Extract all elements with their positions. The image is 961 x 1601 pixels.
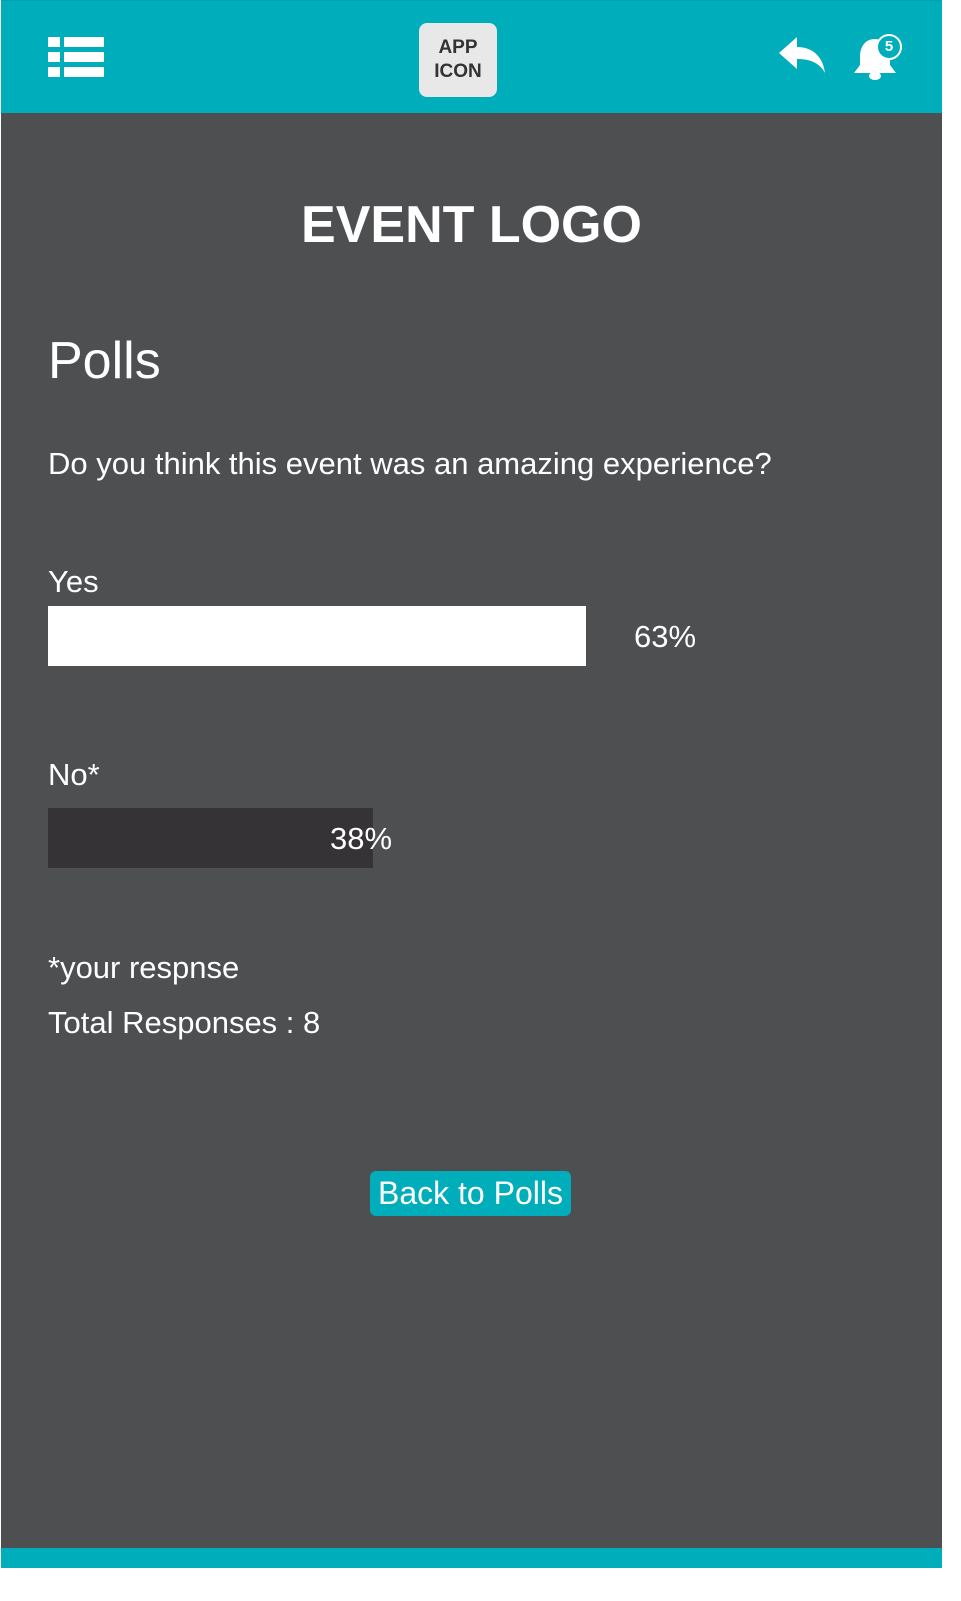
result-bar-yes [48,606,902,666]
option-percent-yes: 63% [634,619,697,654]
option-label-no: No* [48,757,100,792]
notification-count-badge: 5 [876,34,902,60]
list-menu-icon[interactable] [48,37,104,77]
result-bar-fill-yes [48,606,586,666]
top-bar: APP ICON 5 [1,0,942,113]
poll-results-screen: APP ICON 5 EVENT LOGO Polls Do you think… [1,0,942,1568]
app-icon-line2: ICON [434,61,482,82]
option-percent-no: 38% [330,821,393,856]
event-logo: EVENT LOGO [301,196,642,254]
back-to-polls-button[interactable]: Back to Polls [370,1171,571,1216]
app-icon-line1: APP [438,37,478,58]
result-bar-fill-no [48,808,373,868]
option-label-yes: Yes [48,564,99,599]
result-bar-no [48,808,902,868]
app-icon: APP ICON [419,23,497,97]
poll-question: Do you think this event was an amazing e… [48,446,772,481]
your-response-note: *your respnse [48,950,240,985]
reply-arrow-icon[interactable] [777,35,827,75]
total-responses: Total Responses : 8 [48,1005,321,1040]
bottom-bar [1,1548,942,1568]
page-title: Polls [48,332,161,390]
